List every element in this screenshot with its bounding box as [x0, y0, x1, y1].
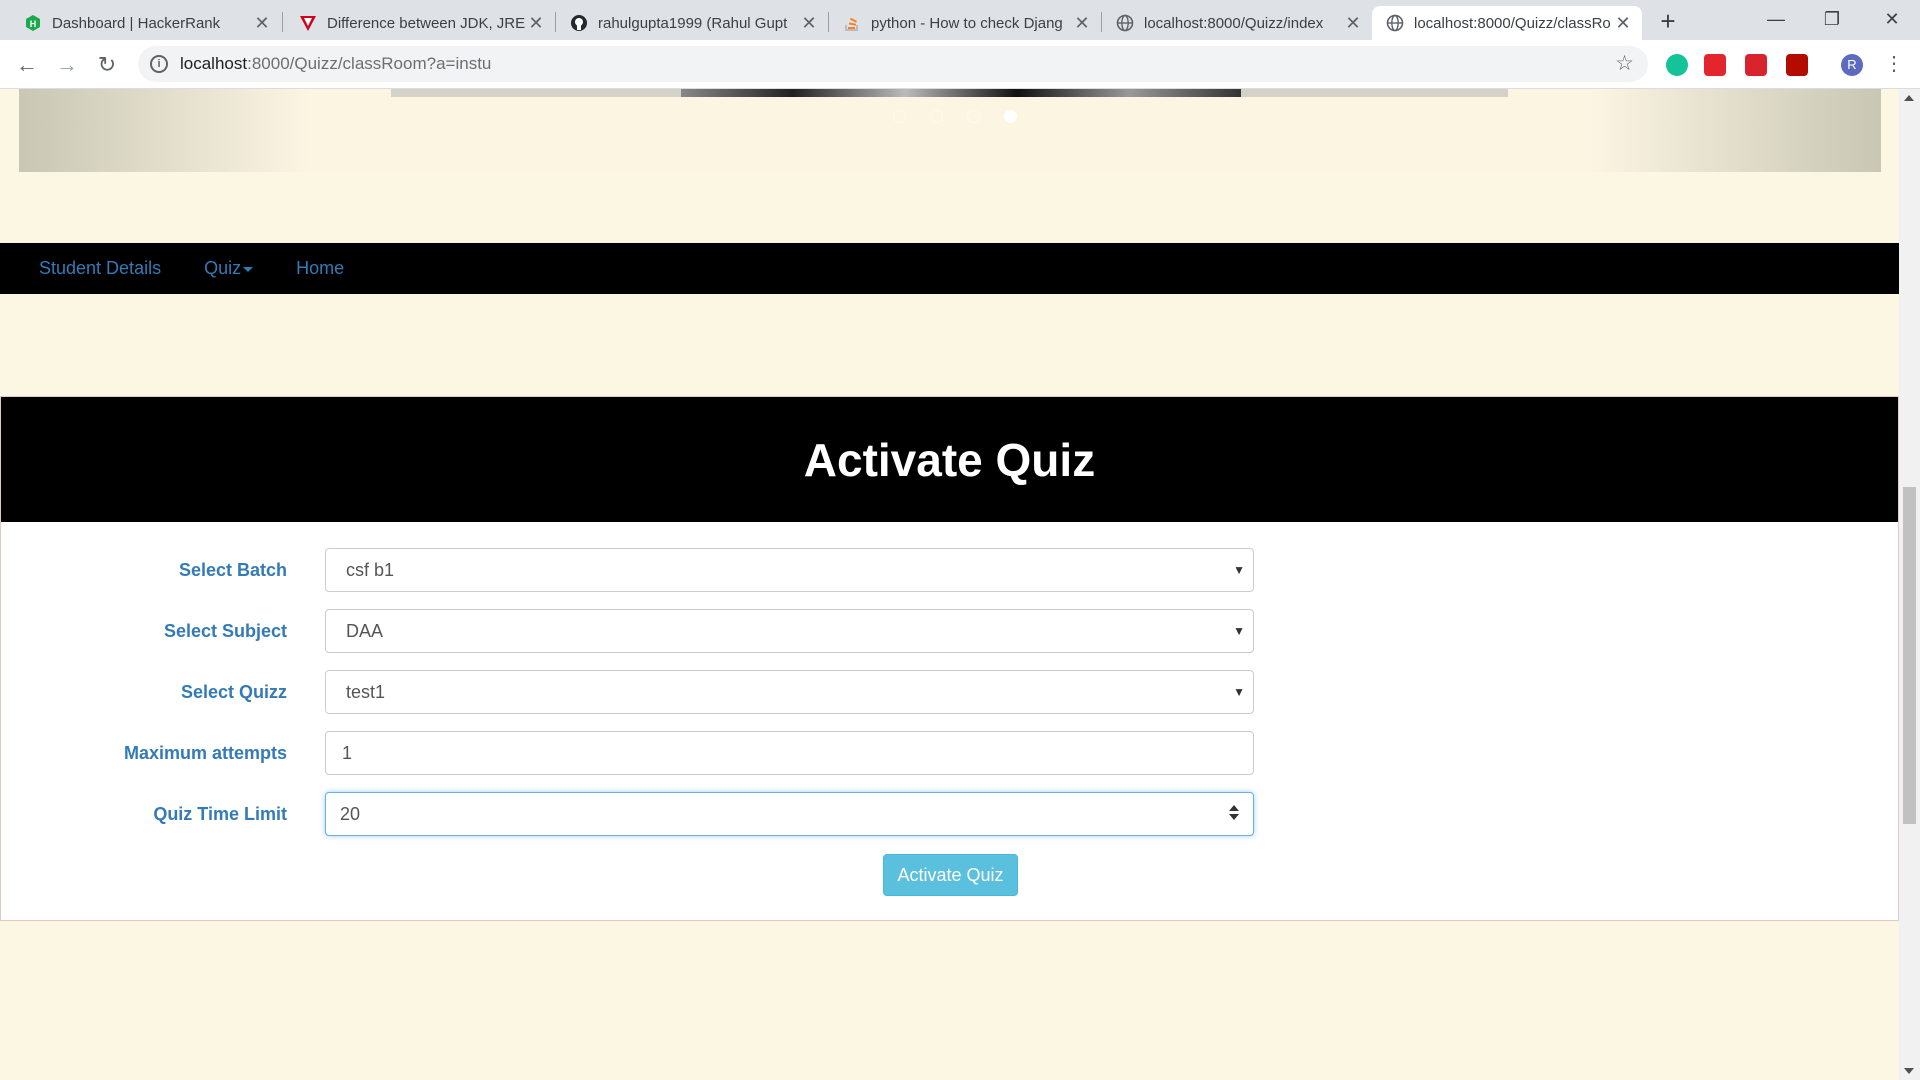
bookmark-star-icon[interactable]: ☆ — [1615, 51, 1634, 76]
time-limit-label: Quiz Time Limit — [153, 804, 287, 824]
carousel-prev-control[interactable] — [19, 89, 309, 172]
close-icon[interactable]: ✕ — [527, 13, 545, 34]
close-icon[interactable]: ✕ — [1344, 13, 1362, 34]
vivaldi-icon — [299, 14, 317, 32]
url-host: localhost — [180, 54, 248, 73]
tab-label: Dashboard | HackerRank — [52, 14, 221, 32]
close-icon[interactable]: ✕ — [1073, 13, 1091, 34]
grammarly-icon[interactable] — [1666, 54, 1688, 76]
back-icon[interactable]: ← — [12, 50, 42, 80]
activate-quiz-panel: Activate Quiz Select Batch csf b1 ▼ Sele… — [0, 396, 1899, 921]
github-icon — [570, 14, 588, 32]
attempts-input[interactable]: 1 — [325, 731, 1254, 775]
tab-jdk[interactable]: Difference between JDK, JRE ✕ — [283, 6, 555, 40]
reload-icon[interactable]: ↻ — [92, 50, 122, 80]
stackoverflow-icon — [843, 14, 861, 32]
nav-quiz-dropdown[interactable]: Quiz — [204, 258, 254, 279]
dropdown-arrow-icon: ▼ — [1233, 563, 1245, 577]
attempts-row: Maximum attempts 1 — [1, 731, 1261, 775]
tab-classroom[interactable]: localhost:8000/Quizz/classRo ✕ — [1372, 6, 1642, 40]
minimize-icon[interactable]: — — [1748, 0, 1804, 40]
restore-icon[interactable]: ❐ — [1804, 0, 1860, 40]
carousel-indicator[interactable] — [967, 110, 980, 123]
time-limit-value: 20 — [340, 804, 361, 824]
quiz-label: Select Quizz — [180, 682, 287, 702]
tab-quizz-index[interactable]: localhost:8000/Quizz/index ✕ — [1102, 6, 1372, 40]
tab-stackoverflow[interactable]: python - How to check Djang ✕ — [829, 6, 1101, 40]
caret-down-icon — [243, 266, 254, 272]
forward-icon[interactable]: → — [52, 50, 82, 80]
batch-row: Select Batch csf b1 ▼ — [1, 548, 1261, 592]
tab-strip: H Dashboard | HackerRank ✕ Difference be… — [0, 0, 1920, 40]
carousel-indicator-active[interactable] — [1004, 110, 1017, 123]
dropdown-arrow-icon: ▼ — [1233, 685, 1245, 699]
hackerrank-icon: H — [24, 14, 42, 32]
close-icon[interactable]: ✕ — [1614, 13, 1632, 34]
dropdown-arrow-icon: ▼ — [1233, 624, 1245, 638]
kebab-menu-icon[interactable]: ⋮ — [1884, 54, 1904, 76]
site-info-icon[interactable]: i — [150, 55, 168, 73]
profile-avatar[interactable]: R — [1841, 54, 1863, 76]
panel-header: Activate Quiz — [1, 397, 1898, 522]
tab-label: rahulgupta1999 (Rahul Gupt — [598, 14, 788, 32]
carousel-slide-image — [391, 89, 1508, 97]
tab-label: localhost:8000/Quizz/classRo — [1414, 14, 1611, 32]
pdf-extension-icon[interactable] — [1704, 54, 1726, 76]
close-icon[interactable]: ✕ — [253, 13, 271, 34]
batch-select[interactable]: csf b1 ▼ — [325, 548, 1254, 592]
globe-icon — [1116, 14, 1134, 32]
carousel-next-control[interactable] — [1591, 89, 1881, 172]
scroll-down-icon[interactable] — [1904, 1068, 1914, 1074]
main-navbar: Student Details Quiz Home — [0, 243, 1899, 294]
carousel-indicator[interactable] — [930, 110, 943, 123]
page-title: Activate Quiz — [803, 433, 1096, 486]
tab-hackerrank[interactable]: H Dashboard | HackerRank ✕ — [0, 6, 281, 40]
subject-label: Select Subject — [163, 621, 287, 641]
carousel-indicator[interactable] — [893, 110, 906, 123]
address-bar[interactable]: i localhost:8000/Quizz/classRoom?a=instu… — [138, 46, 1648, 82]
image-carousel — [19, 89, 1881, 172]
tab-label: localhost:8000/Quizz/index — [1144, 14, 1324, 32]
tab-label: python - How to check Djang — [871, 14, 1063, 32]
scroll-up-icon[interactable] — [1904, 95, 1914, 101]
new-tab-button[interactable]: + — [1651, 6, 1685, 36]
number-spinner-icon[interactable] — [1229, 805, 1239, 823]
batch-label: Select Batch — [178, 560, 287, 580]
tab-label: Difference between JDK, JRE — [327, 14, 526, 32]
time-limit-row: Quiz Time Limit 20 — [1, 792, 1261, 836]
quiz-select[interactable]: test1 ▼ — [325, 670, 1254, 714]
tab-github[interactable]: rahulgupta1999 (Rahul Gupt ✕ — [556, 6, 828, 40]
carousel-indicators — [893, 110, 1017, 123]
nav-home[interactable]: Home — [296, 258, 344, 279]
quiz-selected-value: test1 — [346, 682, 386, 702]
svg-text:H: H — [30, 19, 37, 29]
attempts-label: Maximum attempts — [123, 743, 287, 763]
activate-quiz-button[interactable]: Activate Quiz — [883, 854, 1018, 896]
nav-student-details[interactable]: Student Details — [39, 258, 161, 279]
time-limit-input[interactable]: 20 — [325, 792, 1254, 836]
video-extension-icon[interactable] — [1745, 54, 1767, 76]
subject-row: Select Subject DAA ▼ — [1, 609, 1261, 653]
subject-selected-value: DAA — [346, 621, 384, 641]
url-text[interactable]: localhost:8000/Quizz/classRoom?a=instu — [180, 54, 491, 74]
attempts-value: 1 — [342, 743, 353, 763]
batch-selected-value: csf b1 — [346, 560, 395, 580]
acrobat-icon[interactable] — [1786, 54, 1808, 76]
close-icon[interactable]: ✕ — [800, 13, 818, 34]
nav-quiz-label: Quiz — [204, 258, 242, 278]
browser-toolbar: ← → ↻ i localhost:8000/Quizz/classRoom?a… — [0, 40, 1920, 89]
globe-icon — [1386, 14, 1404, 32]
page-scrollbar[interactable] — [1899, 89, 1920, 1080]
subject-select[interactable]: DAA ▼ — [325, 609, 1254, 653]
url-path: :8000/Quizz/classRoom?a=instu — [247, 54, 492, 73]
quiz-row: Select Quizz test1 ▼ — [1, 670, 1261, 714]
window-close-icon[interactable]: ✕ — [1864, 0, 1920, 40]
scrollbar-thumb[interactable] — [1903, 487, 1916, 824]
